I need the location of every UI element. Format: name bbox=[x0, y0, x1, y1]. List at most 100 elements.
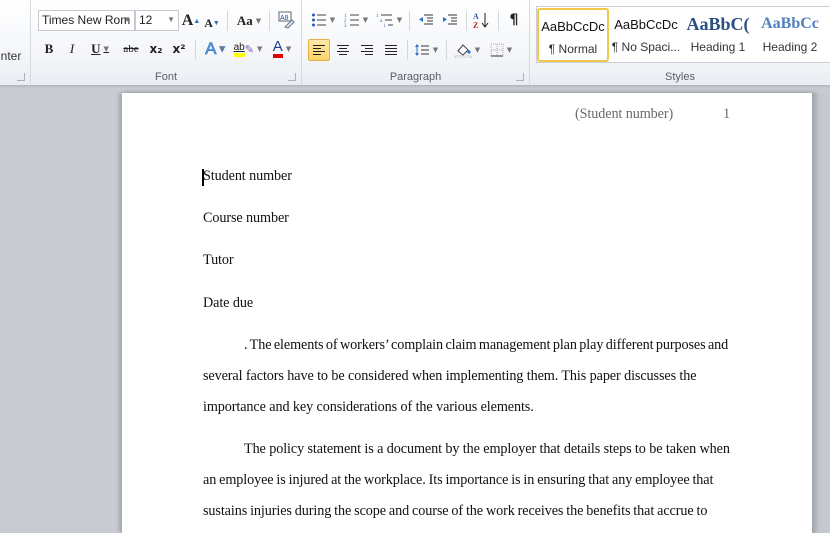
multilevel-list-icon: 1ai bbox=[376, 14, 393, 28]
paragraph-line[interactable]: The policy statement is a document by th… bbox=[244, 441, 730, 458]
style-name: ¶ Normal bbox=[548, 42, 598, 56]
style-preview: AaBbCcDc bbox=[541, 19, 605, 34]
bold-button[interactable]: B bbox=[40, 38, 58, 60]
align-center-button[interactable] bbox=[332, 39, 354, 61]
paragraph-line[interactable]: several factors have to be considered wh… bbox=[203, 368, 697, 385]
svg-text:i: i bbox=[384, 24, 386, 28]
font-name-combo[interactable]: Times New Rom ▼ bbox=[38, 10, 135, 31]
clear-formatting-button[interactable]: A8 bbox=[275, 9, 297, 31]
style-heading-2[interactable]: AaBbCc Heading 2 bbox=[754, 8, 826, 62]
paragraph-line[interactable]: . The elements of workers’ complain clai… bbox=[244, 337, 728, 354]
font-group: Times New Rom ▼ 12 ▼ A ▲ A ▼ Aa ▼ A8 B I U ▼… bbox=[31, 0, 302, 86]
line-spacing-icon bbox=[414, 44, 429, 56]
style-name: Heading 2 bbox=[762, 40, 818, 54]
align-left-icon bbox=[313, 45, 325, 55]
borders-button[interactable]: ▼ bbox=[486, 39, 516, 61]
borders-icon bbox=[490, 43, 504, 57]
show-hide-button[interactable]: ¶ bbox=[503, 9, 525, 31]
shading-button[interactable]: ▼ bbox=[452, 39, 482, 61]
subscript-button[interactable]: x₂ bbox=[146, 38, 166, 60]
text-effects-button[interactable]: A ▼ bbox=[201, 38, 229, 60]
paragraph-group-label: Paragraph bbox=[389, 71, 442, 83]
svg-text:A: A bbox=[473, 12, 479, 21]
course-number-line[interactable]: Course number bbox=[203, 210, 289, 227]
separator bbox=[407, 40, 408, 60]
style-normal[interactable]: AaBbCcDc ¶ Normal bbox=[537, 8, 609, 62]
ribbon: inter Times New Rom ▼ 12 ▼ A ▲ A ▼ Aa ▼ A8 … bbox=[0, 0, 830, 88]
style-preview: AaBbCc bbox=[761, 15, 819, 32]
separator bbox=[269, 11, 270, 31]
underline-button[interactable]: U ▼ bbox=[86, 38, 114, 60]
student-number-line[interactable]: Student number bbox=[203, 168, 292, 185]
font-dialog-launcher[interactable] bbox=[288, 73, 296, 81]
font-size-value: 12 bbox=[139, 13, 153, 27]
font-group-label: Font bbox=[154, 71, 177, 83]
decrease-indent-button[interactable] bbox=[415, 9, 437, 31]
font-size-combo[interactable]: 12 ▼ bbox=[135, 10, 179, 31]
style-preview: AaBbC( bbox=[686, 14, 750, 34]
style-name: ¶ No Spaci... bbox=[611, 40, 681, 54]
text-effects-icon: A bbox=[205, 39, 217, 59]
paragraph-dialog-launcher[interactable] bbox=[516, 73, 524, 81]
date-due-line[interactable]: Date due bbox=[203, 295, 253, 312]
superscript-button[interactable]: x² bbox=[169, 38, 189, 60]
separator bbox=[446, 40, 447, 60]
justify-button[interactable] bbox=[380, 39, 402, 61]
separator bbox=[498, 11, 499, 31]
styles-group-label: Styles bbox=[665, 71, 695, 83]
tutor-line[interactable]: Tutor bbox=[203, 252, 234, 269]
document-workspace: (Student number) 1 Student number Course… bbox=[0, 89, 830, 533]
page-right-shadow bbox=[812, 93, 830, 533]
document-page[interactable]: (Student number) 1 Student number Course… bbox=[122, 93, 812, 533]
running-head: (Student number) bbox=[575, 106, 674, 122]
strikethrough-button[interactable]: abe bbox=[119, 38, 143, 60]
style-name: Heading 1 bbox=[690, 40, 746, 54]
numbering-button[interactable]: 1 2 3 ▼ bbox=[342, 9, 370, 31]
italic-button[interactable]: I bbox=[63, 38, 81, 60]
paragraph-line[interactable]: importance and key considerations of the… bbox=[203, 399, 534, 416]
underline-icon: U bbox=[91, 41, 101, 56]
bullets-icon bbox=[311, 13, 326, 27]
svg-text:A8: A8 bbox=[280, 15, 289, 22]
align-right-button[interactable] bbox=[356, 39, 378, 61]
bullets-button[interactable]: ▼ bbox=[309, 9, 337, 31]
clipboard-dialog-launcher[interactable] bbox=[17, 73, 25, 81]
numbering-icon: 123 bbox=[344, 14, 359, 28]
shrink-font-button[interactable]: A ▼ bbox=[203, 12, 221, 34]
highlight-button[interactable]: ab ✎ ▼ bbox=[232, 38, 264, 60]
clear-formatting-icon: A8 bbox=[278, 11, 295, 29]
change-case-icon: Aa bbox=[236, 13, 253, 28]
separator bbox=[227, 11, 228, 31]
increase-indent-icon bbox=[443, 14, 457, 25]
font-color-button[interactable]: A ▼ bbox=[267, 38, 297, 60]
style-no-spacing[interactable]: AaBbCcDc ¶ No Spaci... bbox=[610, 8, 682, 62]
increase-indent-button[interactable] bbox=[439, 9, 461, 31]
styles-group: AaBbCcDc ¶ Normal AaBbCcDc ¶ No Spaci...… bbox=[530, 0, 830, 86]
align-right-icon bbox=[361, 45, 373, 55]
highlight-icon: ab bbox=[233, 42, 245, 57]
font-color-icon: A bbox=[272, 39, 283, 58]
line-spacing-button[interactable]: ▼ bbox=[412, 39, 440, 61]
paragraph-line[interactable]: sustains injuries during the scope and c… bbox=[203, 503, 707, 520]
grow-font-button[interactable]: A ▲ bbox=[181, 10, 201, 32]
justify-icon bbox=[385, 45, 397, 55]
sort-button[interactable]: AZ bbox=[470, 9, 492, 31]
page-number: 1 bbox=[723, 106, 730, 122]
multilevel-list-button[interactable]: 1 a i ▼ bbox=[374, 9, 404, 31]
align-center-icon bbox=[337, 45, 349, 55]
style-preview: AaBbCcDc bbox=[614, 17, 678, 32]
svg-text:Z: Z bbox=[473, 21, 478, 29]
sort-icon: AZ bbox=[473, 12, 489, 29]
paragraph-line[interactable]: an employee is injured at the workplace.… bbox=[203, 472, 713, 489]
separator bbox=[195, 40, 196, 60]
format-painter-button[interactable]: inter bbox=[0, 49, 21, 63]
change-case-button[interactable]: Aa ▼ bbox=[234, 10, 264, 32]
grow-font-icon: A bbox=[181, 12, 194, 29]
chevron-down-icon[interactable]: ▼ bbox=[123, 15, 131, 24]
chevron-down-icon[interactable]: ▼ bbox=[167, 15, 175, 24]
align-left-button[interactable] bbox=[308, 39, 330, 61]
style-heading-1[interactable]: AaBbC( Heading 1 bbox=[682, 8, 754, 62]
separator bbox=[466, 11, 467, 31]
separator bbox=[409, 11, 410, 31]
paragraph-group: ▼ 1 2 3 ▼ 1 a i ▼ AZ ¶ ▼ ▼ ▼ Paragraph bbox=[302, 0, 530, 86]
